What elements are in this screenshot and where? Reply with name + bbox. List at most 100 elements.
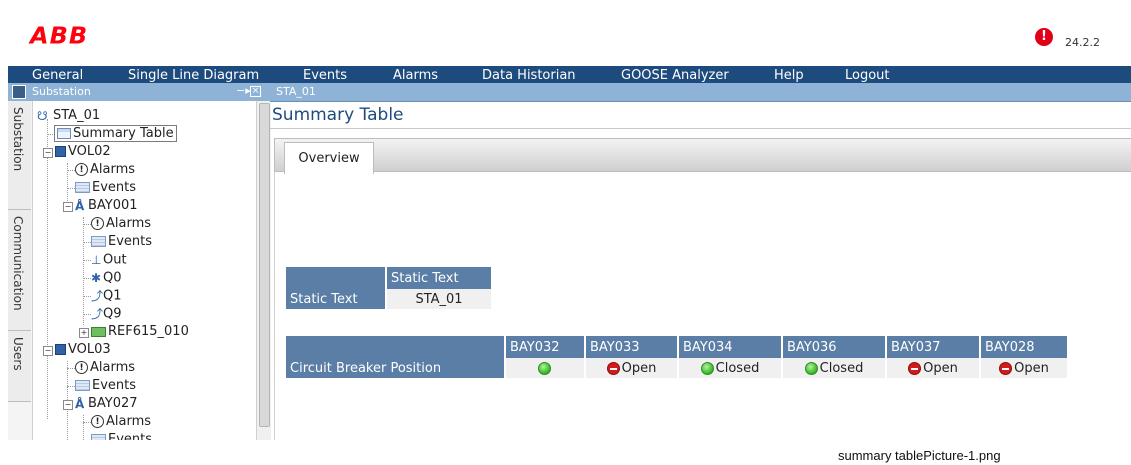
menu-events[interactable]: Events [303, 68, 347, 84]
table-corner-cell [286, 267, 385, 289]
collapse-icon[interactable]: − [43, 148, 53, 158]
table-cell: Open [586, 358, 677, 378]
tree-node-q9[interactable]: ⤴Q9 [91, 305, 122, 323]
column-header: BAY032 [506, 336, 584, 358]
bay-icon: Å [75, 396, 85, 411]
substation-icon: ☋ [37, 108, 48, 123]
table-cell: Closed [783, 358, 885, 378]
date-display: 24.2.2 [1065, 36, 1100, 49]
events-icon [75, 182, 90, 193]
main-menu: General Single Line Diagram Events Alarm… [8, 66, 1131, 83]
tree-node-bay027[interactable]: Å BAY027 [75, 395, 138, 413]
side-tab-strip: Substation Communication Users [8, 101, 33, 440]
collapse-icon[interactable]: − [43, 346, 53, 356]
tree-node-alarms[interactable]: ! Alarms [75, 359, 135, 377]
menu-general[interactable]: General [32, 68, 83, 84]
closed-status-icon [537, 361, 551, 375]
menu-help[interactable]: Help [774, 68, 804, 84]
closed-status-icon [804, 361, 818, 375]
panel-title: Substation [32, 85, 91, 98]
voltage-level-icon [55, 344, 66, 355]
open-status-icon [999, 361, 1013, 375]
document-tab-bar: STA_01 [270, 83, 1131, 102]
table-icon [57, 128, 71, 139]
tree-node-out[interactable]: ⊥ Out [91, 251, 127, 269]
panel-icon [12, 85, 26, 99]
tree-node-q0[interactable]: ✱ Q0 [91, 269, 122, 287]
scrollbar-thumb[interactable] [259, 103, 270, 427]
alarm-icon: ! [75, 163, 88, 176]
tree-node-alarms[interactable]: ! Alarms [91, 215, 151, 233]
column-header: Static Text [387, 267, 491, 289]
image-caption: summary tablePicture-1.png [838, 448, 1001, 463]
side-tab-communication[interactable]: Communication [8, 210, 31, 331]
tab-overview[interactable]: Overview [284, 142, 374, 174]
bay-icon: Å [75, 198, 85, 213]
column-header: BAY028 [981, 336, 1067, 358]
tree-node-alarms[interactable]: ! Alarms [91, 413, 151, 431]
table-cell: Closed [679, 358, 781, 378]
side-tab-label: Communication [11, 216, 25, 311]
side-tab-substation[interactable]: Substation [8, 101, 31, 210]
tree-node-q1[interactable]: ⤴Q1 [91, 287, 122, 305]
alarm-icon: ! [91, 217, 104, 230]
menu-alarms[interactable]: Alarms [393, 68, 438, 84]
tree-node-ref615[interactable]: REF615_010 [91, 323, 189, 341]
closed-status-icon [700, 361, 714, 375]
static-text-table: Static Text Static Text STA_01 [284, 267, 493, 309]
events-icon [75, 380, 90, 391]
tree-node-summary-table[interactable]: Summary Table [54, 125, 177, 143]
menu-data-historian[interactable]: Data Historian [482, 68, 576, 84]
tree-node-bay001[interactable]: Å BAY001 [75, 197, 138, 215]
table-cell: Open [981, 358, 1067, 378]
tree-node-vol03[interactable]: VOL03 [55, 341, 111, 359]
column-header: BAY033 [586, 336, 677, 358]
open-status-icon [606, 361, 620, 375]
breaker-icon: ✱ [91, 271, 102, 285]
column-header: BAY037 [887, 336, 979, 358]
voltage-level-icon [55, 146, 66, 157]
column-header: BAY034 [679, 336, 781, 358]
page-title: Summary Table [272, 105, 404, 125]
tree-node-events[interactable]: Events [75, 377, 136, 395]
collapse-icon[interactable]: − [63, 202, 73, 212]
expand-icon[interactable]: + [79, 328, 89, 338]
tree-node-sta01[interactable]: ☋ STA_01 [37, 107, 100, 125]
table-cell [506, 358, 584, 378]
output-icon: ⊥ [91, 253, 102, 267]
tree-node-events[interactable]: Events [91, 233, 152, 251]
alert-icon[interactable]: ! [1035, 28, 1053, 46]
table-corner-cell [286, 336, 504, 358]
side-tab-users[interactable]: Users [8, 331, 31, 402]
side-tab-label: Users [11, 337, 25, 371]
open-status-icon [908, 361, 922, 375]
tree-node-alarms[interactable]: ! Alarms [75, 161, 135, 179]
tree-node-events[interactable]: Events [91, 431, 152, 440]
substation-panel-header: Substation −▸ × [8, 83, 270, 102]
row-header: Circuit Breaker Position [286, 358, 504, 378]
circuit-breaker-table: BAY032 BAY033 BAY034 BAY036 BAY037 BAY02… [284, 336, 1069, 378]
pin-icon[interactable]: −▸ [236, 84, 251, 97]
collapse-icon[interactable]: − [63, 400, 73, 410]
menu-single-line-diagram[interactable]: Single Line Diagram [128, 68, 259, 84]
tab-sta01[interactable]: STA_01 [276, 85, 316, 98]
abb-logo: ABB [30, 22, 89, 50]
alarm-icon: ! [75, 361, 88, 374]
disconnector-icon: ⤴ [91, 289, 104, 303]
table-cell: Open [887, 358, 979, 378]
tree-node-events[interactable]: Events [75, 179, 136, 197]
close-icon[interactable]: × [250, 86, 261, 97]
menu-goose-analyzer[interactable]: GOOSE Analyzer [621, 68, 729, 84]
app-header: ABB ! 24.2.2 [8, 0, 1131, 66]
content-border [274, 172, 275, 440]
divider [270, 128, 1131, 129]
app-window: ABB ! 24.2.2 General Single Line Diagram… [8, 0, 1131, 440]
column-header: BAY036 [783, 336, 885, 358]
events-icon [91, 236, 106, 247]
menu-logout[interactable]: Logout [845, 68, 890, 84]
row-header: Static Text [286, 289, 385, 309]
tree-node-vol02[interactable]: VOL02 [55, 143, 111, 161]
table-cell: STA_01 [387, 289, 491, 309]
tree-scrollbar[interactable] [256, 101, 271, 440]
alarm-icon: ! [91, 415, 104, 428]
